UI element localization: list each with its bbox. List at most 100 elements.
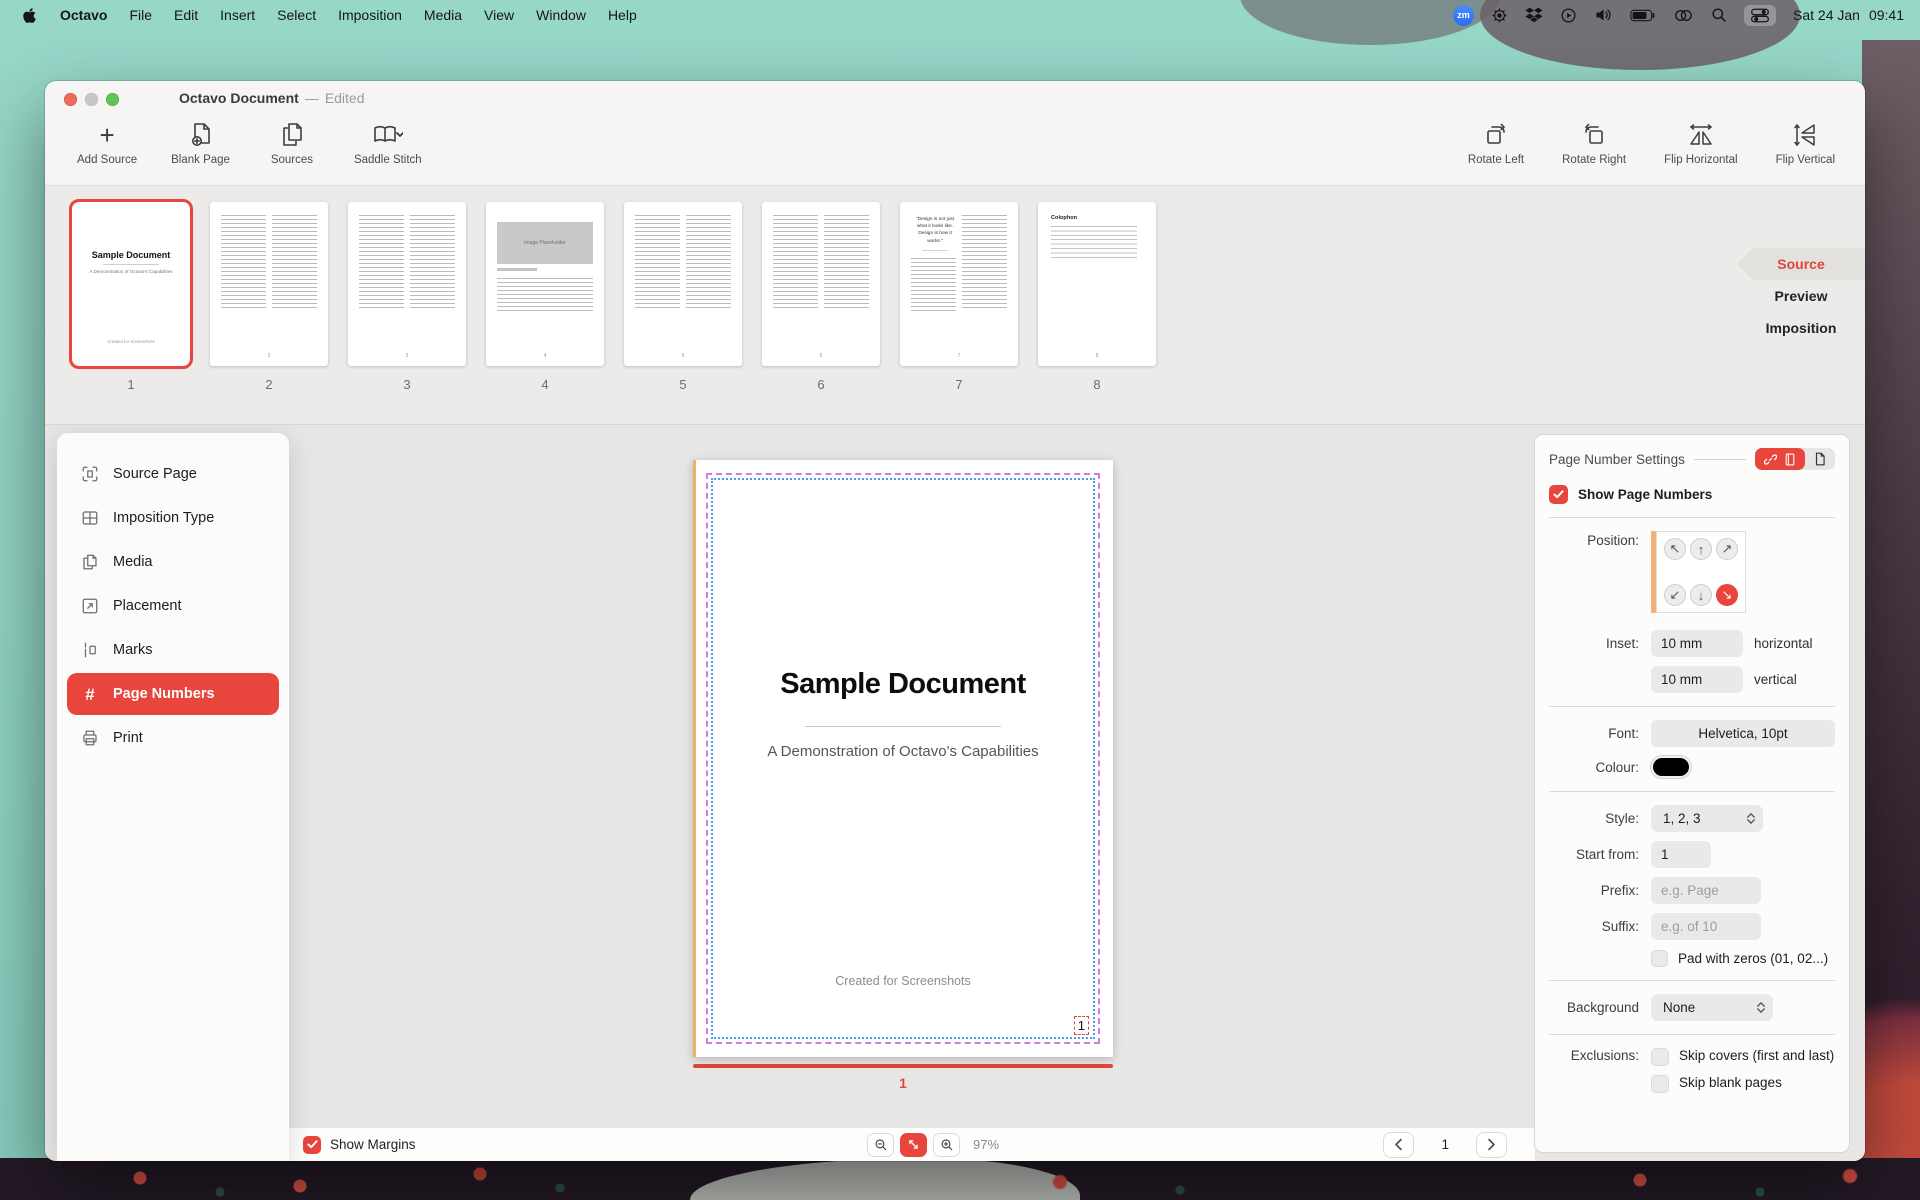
colour-swatch[interactable] — [1651, 756, 1691, 778]
rotate-left-button[interactable]: Rotate Left — [1468, 119, 1524, 166]
flip-vertical-button[interactable]: Flip Vertical — [1776, 119, 1835, 166]
zoom-fit-button[interactable] — [900, 1132, 927, 1157]
document-heading: Sample Document — [780, 668, 1026, 700]
rotate-right-button[interactable]: Rotate Right — [1562, 119, 1626, 166]
volume-icon[interactable] — [1594, 7, 1613, 23]
view-tabs: Source Preview Imposition — [1737, 248, 1865, 344]
saddle-stitch-button[interactable]: Saddle Stitch — [354, 119, 422, 166]
start-from-input[interactable] — [1651, 841, 1711, 868]
position-top-right-button[interactable]: ↗ — [1716, 538, 1738, 560]
skip-covers-label: Skip covers (first and last) — [1679, 1048, 1835, 1063]
close-button[interactable] — [64, 93, 77, 106]
sidebar-item-label: Print — [113, 730, 143, 746]
previous-page-button[interactable] — [1383, 1131, 1415, 1158]
position-bottom-center-button[interactable]: ↓ — [1690, 584, 1712, 606]
inset-horizontal-input[interactable] — [1651, 630, 1743, 657]
menu-edit[interactable]: Edit — [163, 0, 209, 30]
minimize-button[interactable] — [85, 93, 98, 106]
thumbnail-page-5[interactable]: 5 5 — [623, 202, 743, 392]
sidebar-item-source-page[interactable]: Source Page — [67, 453, 279, 495]
suffix-input[interactable] — [1651, 913, 1761, 940]
octavo-window: Octavo Document — Edited + Add Source Bl… — [45, 81, 1865, 1161]
sidebar-item-imposition-type[interactable]: Imposition Type — [67, 497, 279, 539]
preview-page[interactable]: Sample Document A Demonstration of Octav… — [693, 460, 1113, 1057]
continuity-link-icon[interactable] — [1673, 8, 1694, 23]
position-top-left-button[interactable]: ↖ — [1664, 538, 1686, 560]
tab-source[interactable]: Source — [1737, 248, 1865, 280]
menu-help[interactable]: Help — [597, 0, 648, 30]
thumbnail-page-1[interactable]: Sample Document A Demonstration of Octav… — [69, 199, 193, 392]
control-center-icon[interactable] — [1744, 4, 1777, 26]
thumbnail-strip: Sample Document A Demonstration of Octav… — [45, 185, 1865, 425]
style-label: Style: — [1605, 811, 1639, 826]
zoom-out-button[interactable] — [867, 1132, 894, 1157]
heading-rule — [805, 726, 1001, 727]
flip-horizontal-button[interactable]: Flip Horizontal — [1664, 119, 1738, 166]
next-page-button[interactable] — [1476, 1131, 1507, 1158]
position-bottom-left-button[interactable]: ↙ — [1664, 584, 1686, 606]
thumbnail-number: 6 — [817, 377, 825, 392]
position-bottom-right-button[interactable]: ↘ — [1716, 584, 1738, 606]
position-top-center-button[interactable]: ↑ — [1690, 538, 1712, 560]
source-page-icon — [80, 465, 100, 483]
sources-button[interactable]: Sources — [264, 119, 320, 166]
dropbox-icon[interactable] — [1525, 7, 1543, 24]
current-page-field[interactable]: 1 — [1441, 1137, 1449, 1152]
menu-imposition[interactable]: Imposition — [327, 0, 413, 30]
spotlight-search-icon[interactable] — [1711, 7, 1727, 23]
thumbnail-page-8[interactable]: Colophon 8 8 — [1037, 202, 1157, 392]
inset-vertical-input[interactable] — [1651, 666, 1743, 693]
scope-page-segment[interactable] — [1805, 448, 1835, 470]
background-popup[interactable]: None — [1651, 994, 1773, 1021]
thumbnail-page-2[interactable]: 2 2 — [209, 202, 329, 392]
helm-wheel-icon[interactable] — [1491, 7, 1508, 24]
menu-media[interactable]: Media — [413, 0, 473, 30]
prefix-input[interactable] — [1651, 877, 1761, 904]
battery-icon[interactable] — [1630, 9, 1656, 22]
sidebar-item-marks[interactable]: Marks — [67, 629, 279, 671]
wallpaper-forest — [1862, 40, 1920, 1200]
scope-document-segment[interactable] — [1755, 448, 1805, 470]
toolbar: + Add Source Blank Page Sources Saddle S… — [45, 117, 1865, 185]
tab-preview[interactable]: Preview — [1737, 280, 1865, 312]
sidebar-item-media[interactable]: Media — [67, 541, 279, 583]
thumbnail-page-4[interactable]: Image Placeholder 4 4 — [485, 202, 605, 392]
menu-window[interactable]: Window — [525, 0, 597, 30]
thumbnail-page-7[interactable]: "Design is not just what it looks like. … — [899, 202, 1019, 392]
zoom-in-button[interactable] — [933, 1132, 960, 1157]
tab-imposition[interactable]: Imposition — [1737, 312, 1865, 344]
menu-app-name[interactable]: Octavo — [49, 0, 118, 30]
page-plus-icon — [189, 119, 213, 151]
pad-zeros-checkbox[interactable] — [1651, 950, 1668, 967]
blank-page-button[interactable]: Blank Page — [171, 119, 230, 166]
menu-clock[interactable]: Sat 24 Jan 09:41 — [1793, 7, 1904, 23]
play-circle-icon[interactable] — [1560, 7, 1577, 24]
apple-menu-icon[interactable] — [16, 7, 49, 24]
style-popup[interactable]: 1, 2, 3 — [1651, 805, 1763, 832]
show-margins-checkbox[interactable] — [303, 1135, 321, 1154]
menu-select[interactable]: Select — [266, 0, 327, 30]
sidebar-item-page-numbers[interactable]: # Page Numbers — [67, 673, 279, 715]
flip-horizontal-icon — [1687, 119, 1715, 151]
book-icon — [1785, 453, 1795, 465]
skip-covers-checkbox[interactable] — [1651, 1048, 1669, 1066]
menu-view[interactable]: View — [473, 0, 525, 30]
zoom-button[interactable] — [106, 93, 119, 106]
link-icon — [1764, 453, 1777, 465]
menu-insert[interactable]: Insert — [209, 0, 266, 30]
thumbnail-page-3[interactable]: 3 3 — [347, 202, 467, 392]
sidebar-item-placement[interactable]: Placement — [67, 585, 279, 627]
page-number-preview[interactable]: 1 — [1073, 1016, 1089, 1035]
thumbnail-number: 4 — [541, 377, 549, 392]
show-page-numbers-checkbox[interactable] — [1549, 485, 1568, 504]
add-source-button[interactable]: + Add Source — [77, 119, 137, 166]
thumbnail-page-6[interactable]: 6 6 — [761, 202, 881, 392]
font-button[interactable]: Helvetica, 10pt — [1651, 720, 1835, 747]
rotate-right-icon — [1581, 119, 1607, 151]
zoom-app-icon[interactable]: zm — [1453, 4, 1475, 26]
title-bar[interactable]: Octavo Document — Edited — [45, 81, 1865, 117]
thumbnail-number: 5 — [679, 377, 687, 392]
menu-file[interactable]: File — [118, 0, 163, 30]
skip-blank-checkbox[interactable] — [1651, 1075, 1669, 1093]
sidebar-item-print[interactable]: Print — [67, 717, 279, 759]
